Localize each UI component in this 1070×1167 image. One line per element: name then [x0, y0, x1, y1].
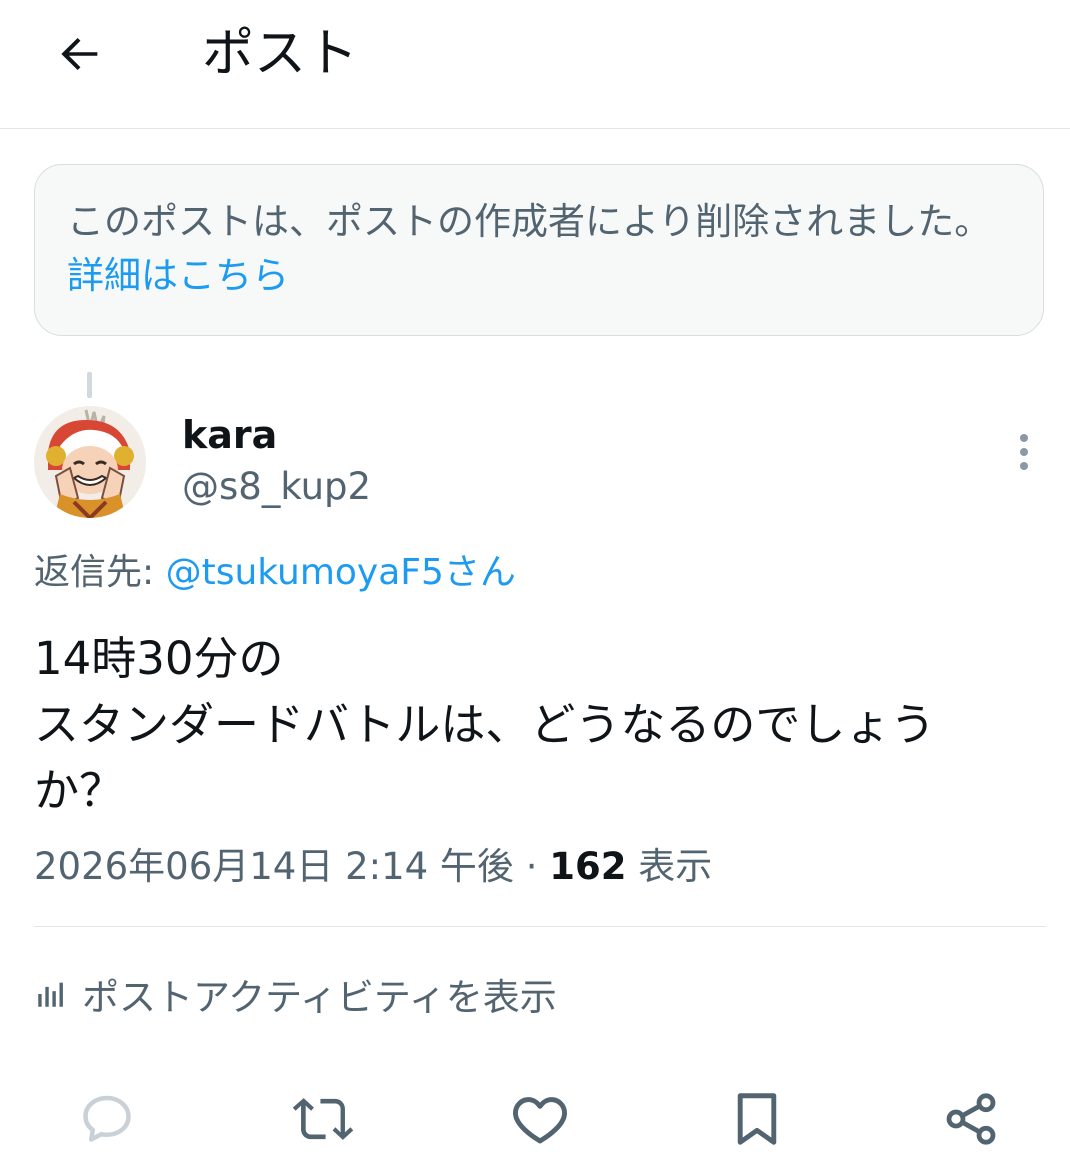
views-label: 表示: [626, 845, 713, 888]
back-button[interactable]: [48, 22, 112, 86]
avatar-illustration: [34, 406, 146, 518]
more-options-button[interactable]: [1004, 430, 1044, 474]
meta-separator: ·: [513, 845, 550, 888]
top-bar: ポスト: [0, 0, 1070, 129]
bookmark-button[interactable]: [722, 1084, 792, 1154]
action-bar: [0, 1084, 1070, 1154]
more-dot: [1020, 462, 1028, 470]
post-timestamp[interactable]: 2026年06月14日 2:14 午後: [34, 845, 514, 888]
activity-label: ポストアクティビティを表示: [82, 976, 557, 1019]
avatar[interactable]: [34, 406, 146, 518]
like-icon: [513, 1097, 567, 1144]
post-body-text: 14時30分の スタンダードバトルは、どうなるのでしょうか？: [34, 632, 936, 817]
share-button[interactable]: [936, 1084, 1006, 1154]
share-icon: [946, 1093, 996, 1145]
analytics-bars-icon: [38, 982, 63, 1007]
repost-icon: [292, 1098, 354, 1140]
more-dots-icon: [1020, 434, 1028, 442]
display-name[interactable]: kara: [182, 410, 277, 460]
deleted-notice-text: このポストは、ポストの作成者により削除されました。: [67, 200, 992, 243]
more-dot: [1020, 448, 1028, 456]
reply-mention-link[interactable]: @tsukumoyaF5さん: [166, 552, 516, 593]
reply-prefix: 返信先:: [34, 552, 166, 593]
deleted-post-notice: このポストは、ポストの作成者により削除されました。詳細はこちら: [34, 164, 1044, 336]
repost-button[interactable]: [288, 1084, 358, 1154]
post-meta: 2026年06月14日 2:14 午後 · 162 表示: [34, 840, 712, 894]
reply-icon: [83, 1095, 131, 1142]
learn-more-link[interactable]: 詳細はこちら: [67, 254, 289, 297]
user-handle[interactable]: @s8_kup2: [182, 462, 371, 512]
thread-connector-line: [87, 372, 92, 398]
page-title: ポスト: [202, 24, 359, 84]
bookmark-icon: [737, 1093, 777, 1145]
arrow-left-icon: [61, 37, 98, 71]
divider: [34, 926, 1046, 927]
post-activity-link[interactable]: ポストアクティビティを表示: [34, 966, 557, 1022]
like-button[interactable]: [505, 1084, 575, 1154]
views-count: 162: [549, 845, 627, 888]
reply-button[interactable]: [72, 1084, 142, 1154]
reply-context: 返信先: @tsukumoyaF5さん: [34, 548, 516, 598]
